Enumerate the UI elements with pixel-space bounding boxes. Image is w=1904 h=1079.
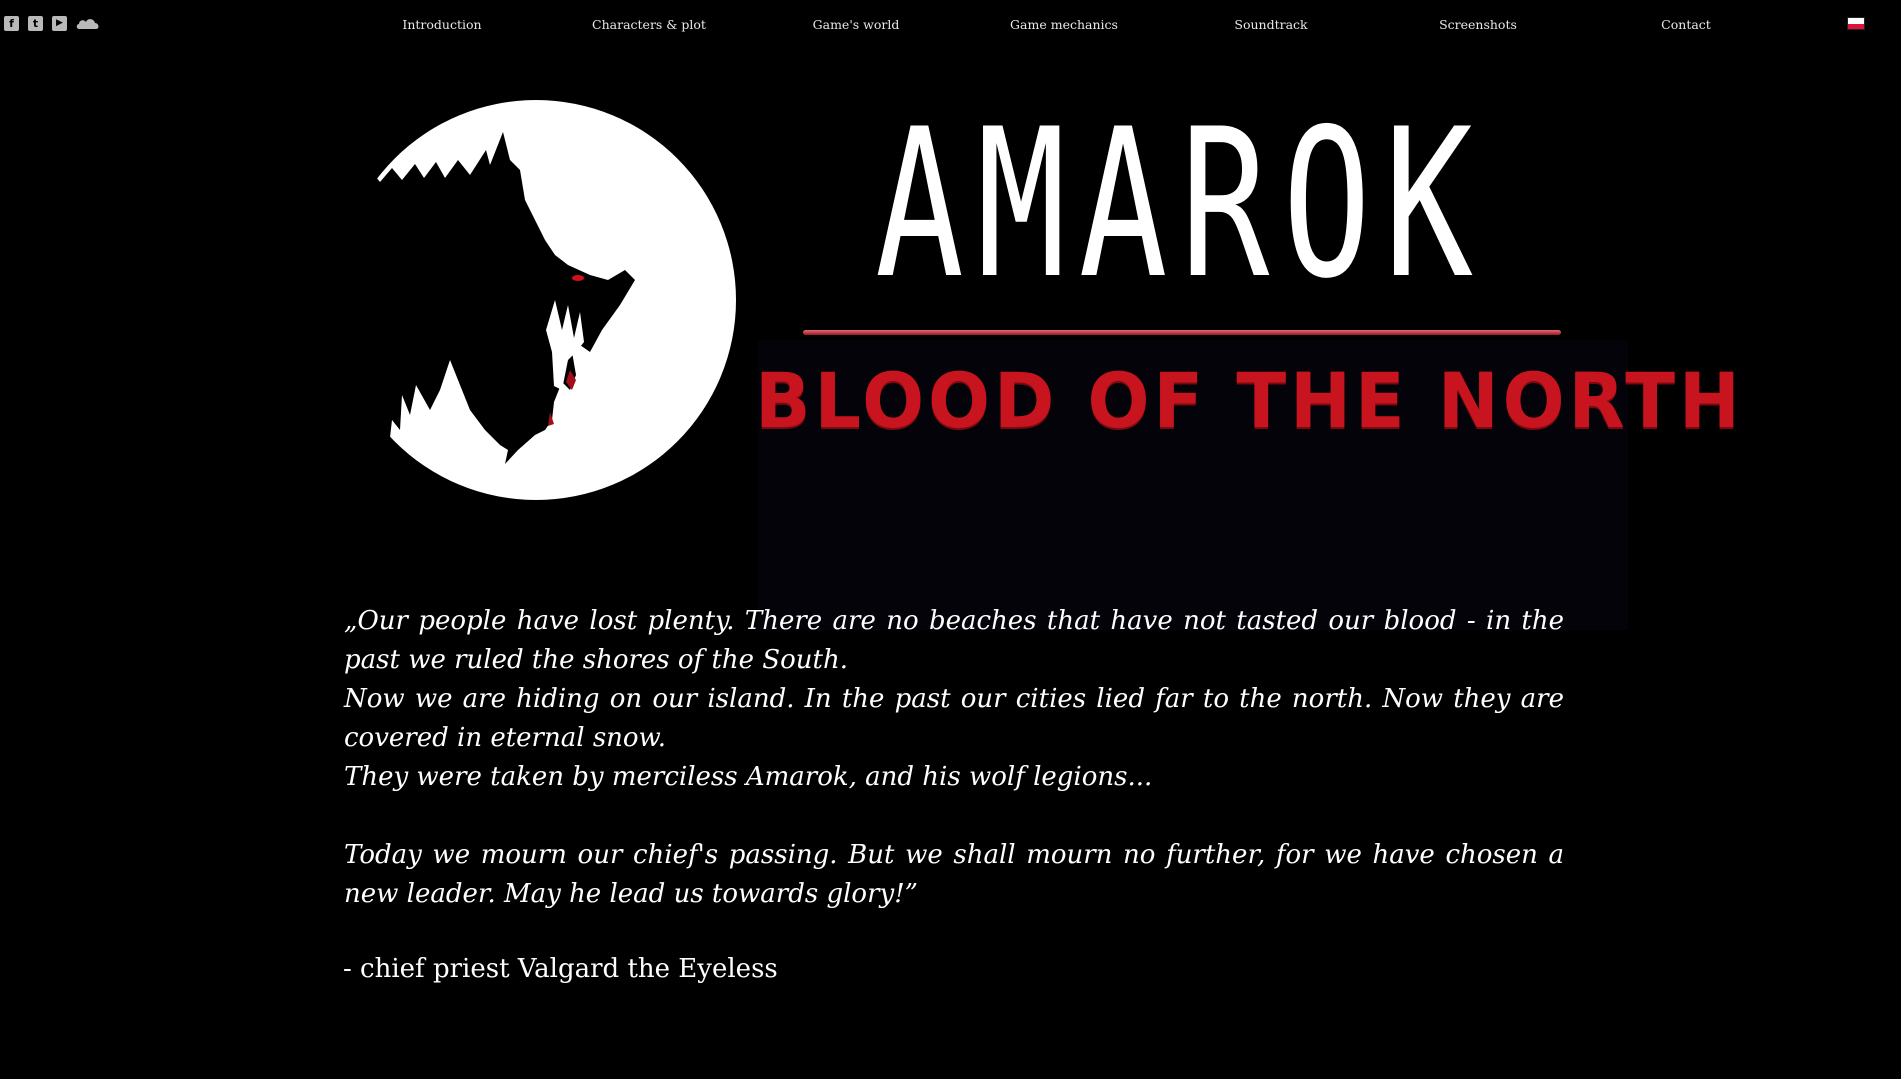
nav-item-game-mechanics[interactable]: Game mechanics: [1010, 17, 1118, 32]
flag-red-stripe: [1848, 23, 1864, 29]
game-logo: AMAROK BLOOD OF THE NORTH: [340, 86, 1744, 630]
intro-quote: „Our people have lost plenty. There are …: [344, 602, 1564, 914]
quote-attribution: - chief priest Valgard the Eyeless: [343, 954, 778, 984]
nav-item-introduction[interactable]: Introduction: [402, 17, 481, 32]
main-nav: Introduction Characters & plot Game's wo…: [0, 17, 1904, 37]
quote-spacer: [344, 797, 1564, 836]
logo-subtitle: BLOOD OF THE NORTH: [755, 356, 1744, 445]
nav-item-games-world[interactable]: Game's world: [813, 17, 900, 32]
nav-item-contact[interactable]: Contact: [1661, 17, 1711, 32]
nav-item-soundtrack[interactable]: Soundtrack: [1234, 17, 1307, 32]
nav-item-screenshots[interactable]: Screenshots: [1439, 17, 1517, 32]
logo-title: AMAROK: [875, 86, 1486, 324]
quote-paragraph-4: Today we mourn our chief's passing. But …: [344, 840, 1564, 909]
quote-paragraph-1: „Our people have lost plenty. There are …: [344, 606, 1564, 675]
logo-divider: [803, 330, 1561, 335]
wolf-moon-emblem: [340, 100, 736, 500]
quote-paragraph-2: Now we are hiding on our island. In the …: [344, 684, 1564, 753]
nav-item-characters-plot[interactable]: Characters & plot: [592, 17, 706, 32]
quote-paragraph-3: They were taken by merciless Amarok, and…: [344, 762, 1153, 792]
poland-flag-icon[interactable]: [1847, 17, 1865, 30]
page: f t ▶ Introduction Characters & plot Gam…: [0, 0, 1904, 1079]
